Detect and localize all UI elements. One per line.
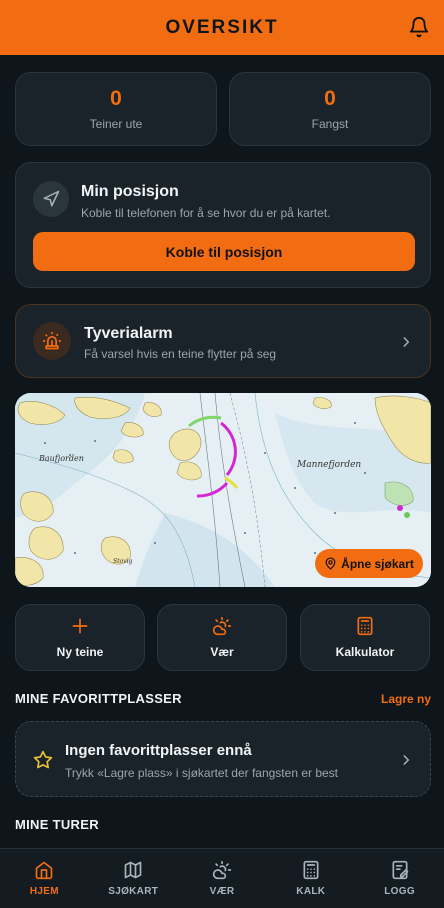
stat-label: Fangst <box>311 117 349 131</box>
weather-icon <box>212 616 232 636</box>
nautical-map-preview[interactable]: Baufjorden Mannefjorden Stovig Åpne sjøk… <box>15 393 431 587</box>
app-header: OVERSIKT <box>0 0 444 55</box>
home-icon <box>36 861 53 880</box>
new-trap-button[interactable]: Ny teine <box>15 604 145 671</box>
stat-value: 0 <box>324 87 336 110</box>
bottom-navigation: HJEM SJØKART VÆR KALK LOGG <box>0 848 444 908</box>
position-title: Min posisjon <box>81 183 179 200</box>
nav-label: HJEM <box>29 886 59 897</box>
nav-logbook[interactable]: LOGG <box>355 849 444 908</box>
map-pin-icon <box>325 557 336 570</box>
quick-action-label: Ny teine <box>56 645 104 659</box>
calculator-button[interactable]: Kalkulator <box>300 604 430 671</box>
favorites-empty-title: Ingen favorittplasser ennå <box>65 742 252 759</box>
favorites-empty-subtitle: Trykk «Lagre plass» i sjøkartet der fang… <box>65 766 339 780</box>
page-title: OVERSIKT <box>165 16 279 38</box>
map-label: Mannefjorden <box>296 460 361 470</box>
favorites-empty-card[interactable]: Ingen favorittplasser ennå Trykk «Lagre … <box>15 721 431 797</box>
position-card: Min posisjon Koble til telefonen for å s… <box>15 162 431 288</box>
favorites-section-title: MINE FAVORITTPLASSER <box>15 691 182 706</box>
navigation-arrow-icon <box>33 181 69 217</box>
quick-action-label: Vær <box>210 645 234 659</box>
stat-catch: 0 Fangst <box>229 72 431 146</box>
nav-weather[interactable]: VÆR <box>178 849 267 908</box>
alarm-title: Tyverialarm <box>84 325 173 342</box>
siren-icon <box>33 322 71 360</box>
weather-icon <box>212 860 232 880</box>
stat-traps-out: 0 Teiner ute <box>15 72 217 146</box>
nav-label: KALK <box>296 886 326 897</box>
calculator-icon <box>357 616 373 636</box>
trips-section-title: MINE TURER <box>15 817 99 832</box>
connect-position-button[interactable]: Koble til posisjon <box>33 232 415 271</box>
nav-calculator[interactable]: KALK <box>266 849 355 908</box>
map-icon <box>124 861 142 879</box>
chevron-right-icon <box>403 337 410 347</box>
plus-icon <box>72 618 88 634</box>
logbook-icon <box>392 860 408 880</box>
nav-chart[interactable]: SJØKART <box>89 849 178 908</box>
map-label: Stovig <box>113 558 132 565</box>
save-new-link[interactable]: Lagre ny <box>381 692 431 706</box>
nav-label: VÆR <box>209 886 235 897</box>
alarm-subtitle: Få varsel hvis en teine flytter på seg <box>84 347 277 361</box>
stat-value: 0 <box>110 87 122 110</box>
calculator-icon <box>303 860 319 880</box>
map-label: Baufjorden <box>38 454 84 463</box>
position-subtitle: Koble til telefonen for å se hvor du er … <box>81 206 331 220</box>
theft-alarm-card[interactable]: Tyverialarm Få varsel hvis en teine flyt… <box>15 304 431 378</box>
stat-label: Teiner ute <box>89 117 143 131</box>
bell-icon[interactable] <box>408 16 430 38</box>
star-icon <box>33 750 53 769</box>
open-chart-label: Åpne sjøkart <box>341 556 414 571</box>
quick-action-label: Kalkulator <box>335 645 395 659</box>
chevron-right-icon <box>403 755 410 765</box>
nav-label: LOGG <box>384 886 415 897</box>
weather-button[interactable]: Vær <box>157 604 287 671</box>
nav-home[interactable]: HJEM <box>0 849 89 908</box>
nav-label: SJØKART <box>108 886 159 897</box>
open-chart-button[interactable]: Åpne sjøkart <box>315 549 423 578</box>
